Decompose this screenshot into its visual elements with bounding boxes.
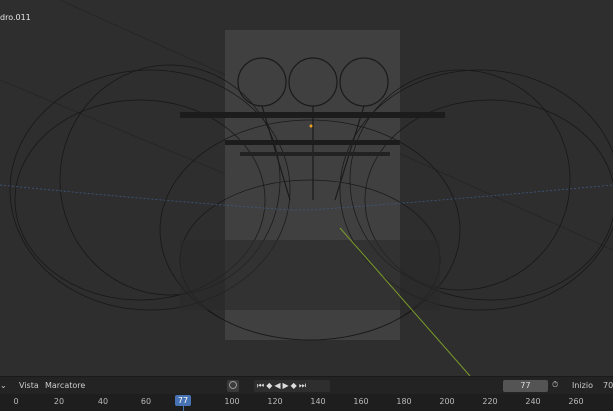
tick: 160 xyxy=(353,397,369,406)
wireframe-scene xyxy=(0,0,613,377)
chevron-down-icon[interactable]: ⌄ xyxy=(0,381,7,390)
tick: 100 xyxy=(224,397,240,406)
play-icon[interactable]: ▶ xyxy=(283,381,291,390)
stopwatch-icon[interactable]: ⏱ xyxy=(552,380,558,390)
tick: 260 xyxy=(568,397,584,406)
tick: 180 xyxy=(396,397,412,406)
jump-start-icon[interactable]: ⏮ xyxy=(257,381,266,390)
tick: 0 xyxy=(13,397,19,406)
object-name-label: dro.011 xyxy=(0,13,31,22)
tick: 240 xyxy=(525,397,541,406)
tick: 40 xyxy=(97,397,109,406)
menu-vista[interactable]: Vista xyxy=(19,381,39,390)
tick: 220 xyxy=(482,397,498,406)
playhead[interactable]: 77 xyxy=(175,395,191,406)
3d-viewport[interactable]: dro.011 xyxy=(0,0,613,377)
jump-end-icon[interactable]: ⏭ xyxy=(299,381,308,390)
tick: 120 xyxy=(267,397,283,406)
tick: 200 xyxy=(439,397,455,406)
playhead-line xyxy=(183,406,184,411)
tick: 60 xyxy=(140,397,152,406)
origin-point xyxy=(309,124,313,128)
menu-marcatore[interactable]: Marcatore xyxy=(45,381,85,390)
tick: 20 xyxy=(53,397,65,406)
playback-controls[interactable]: ⏮◆◀▶◆⏭ xyxy=(254,380,330,392)
tick: 140 xyxy=(310,397,326,406)
start-label: Inizio xyxy=(572,381,593,390)
keying-button[interactable] xyxy=(227,380,239,392)
current-frame-field[interactable]: 77 xyxy=(503,380,548,392)
start-frame-field[interactable]: 70 xyxy=(603,381,613,390)
timeline-ruler[interactable]: 0 20 40 60 100 120 140 160 180 200 220 2… xyxy=(0,394,613,411)
play-reverse-icon[interactable]: ◀ xyxy=(274,381,282,390)
timeline-header: ⌄ Vista Marcatore ⏮◆◀▶◆⏭ 77 ⏱ Inizio 70 xyxy=(0,376,613,394)
next-key-icon[interactable]: ◆ xyxy=(291,381,299,390)
